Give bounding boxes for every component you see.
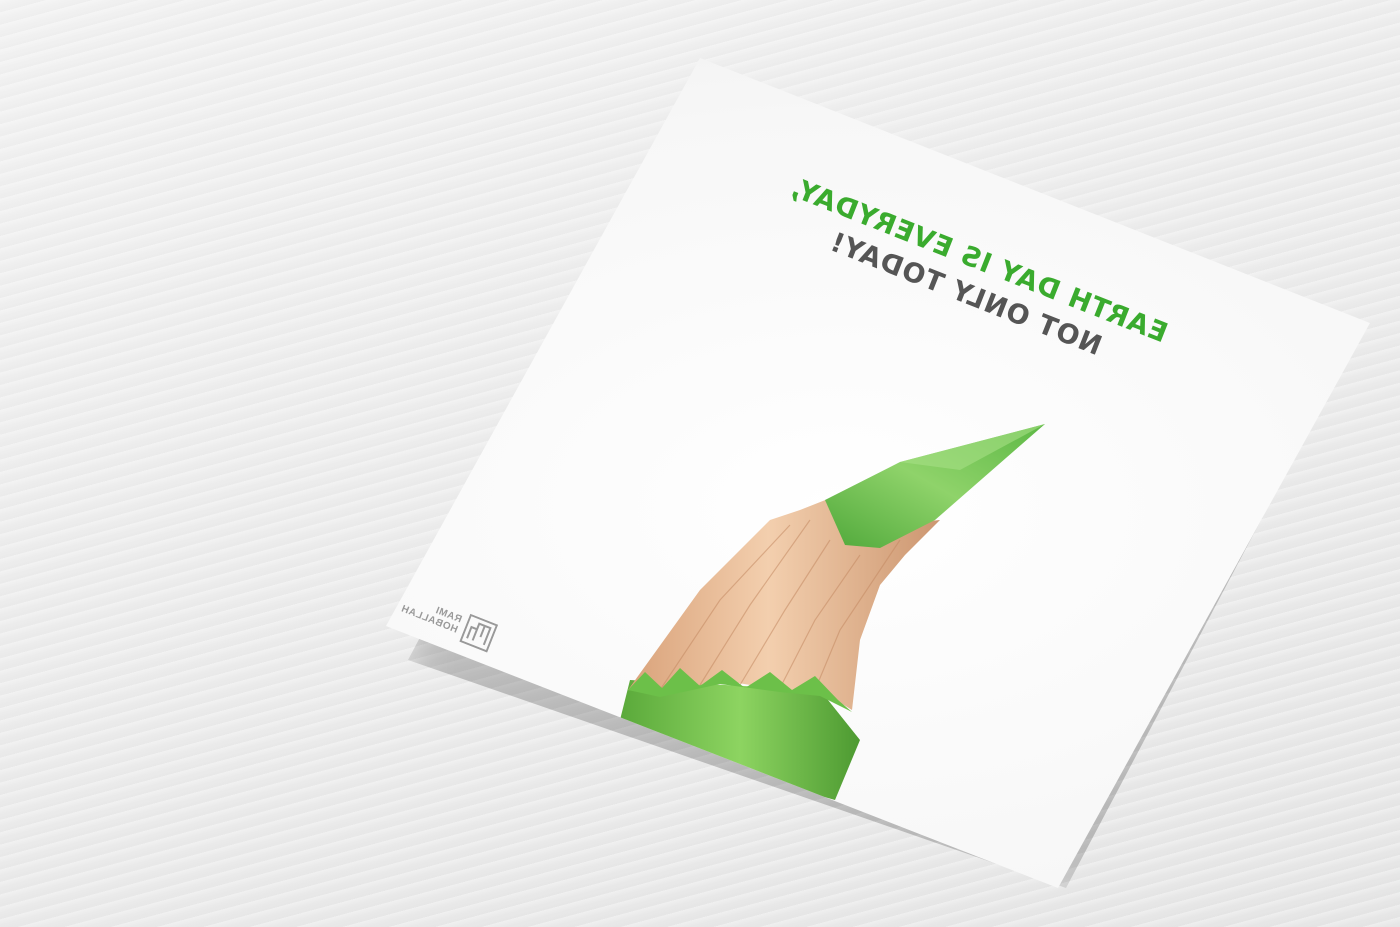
pencil-illustration xyxy=(620,424,1045,800)
pencil-lead xyxy=(825,424,1045,548)
